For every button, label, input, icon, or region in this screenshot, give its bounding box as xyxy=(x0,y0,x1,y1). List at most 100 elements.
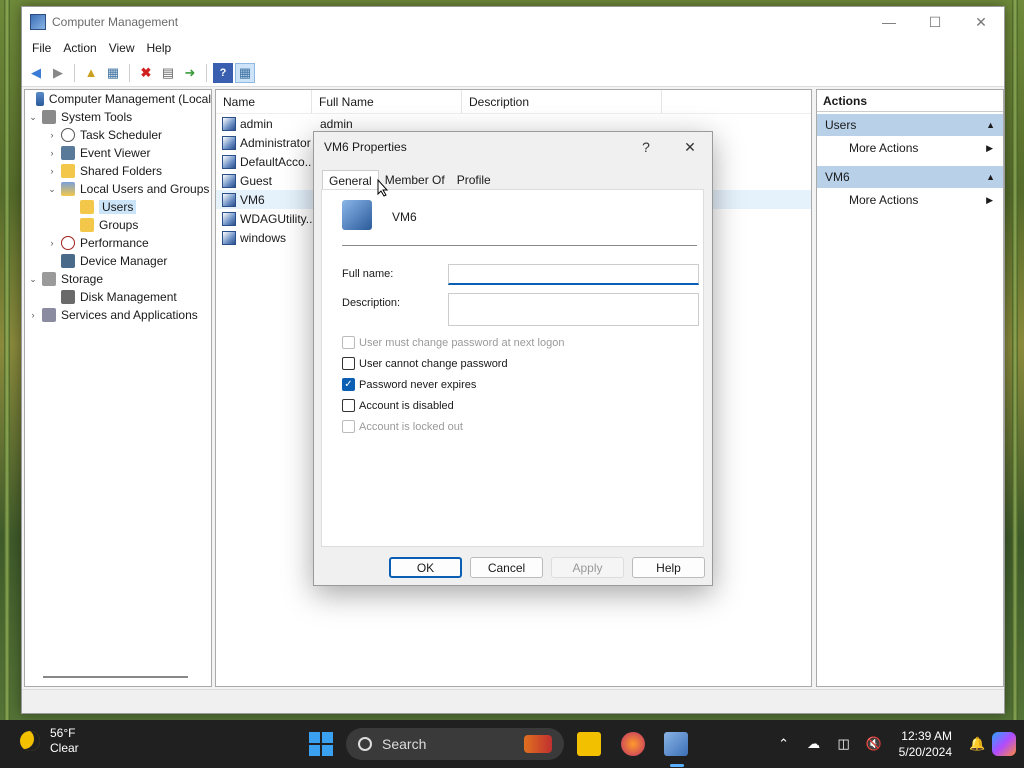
tree-item[interactable]: › Event Viewer xyxy=(25,144,211,162)
chevron-down-icon[interactable]: ⌄ xyxy=(46,184,58,195)
menu-view[interactable]: View xyxy=(103,41,141,55)
column-full-name[interactable]: Full Name xyxy=(312,90,462,113)
vm6-properties-dialog: VM6 Properties ? ✕ General Member Of Pro… xyxy=(313,131,713,586)
show-hide-tree-icon[interactable]: ▦ xyxy=(103,63,123,83)
up-folder-icon[interactable]: ▲ xyxy=(81,63,101,83)
chevron-right-icon[interactable]: › xyxy=(46,130,58,140)
tree-item[interactable]: ⌄ System Tools xyxy=(25,108,211,126)
onedrive-icon[interactable]: ☁ xyxy=(806,736,822,752)
forward-arrow-icon[interactable]: ▶ xyxy=(48,63,68,83)
taskbar-search[interactable]: Search xyxy=(346,728,564,760)
tree-item[interactable]: › Task Scheduler xyxy=(25,126,211,144)
tree-item[interactable]: ⌄ Local Users and Groups xyxy=(25,180,211,198)
tree-item-label: System Tools xyxy=(61,110,133,124)
chevron-down-icon[interactable]: ⌄ xyxy=(27,274,39,285)
firefox-icon[interactable] xyxy=(621,732,645,756)
properties-icon[interactable]: ▤ xyxy=(158,63,178,83)
user-name-cell: Administrator xyxy=(216,135,312,150)
checkbox-box xyxy=(342,336,355,349)
user-name-cell: admin xyxy=(216,116,312,131)
more-actions-vm6[interactable]: More Actions ▶ xyxy=(817,188,1003,212)
action-label: More Actions xyxy=(849,193,919,207)
computer-management-taskbar-icon[interactable] xyxy=(664,732,688,756)
clock[interactable]: 12:39 AM 5/20/2024 xyxy=(899,728,952,760)
toolbar-separator xyxy=(206,63,207,82)
description-field[interactable] xyxy=(448,293,699,326)
ok-button[interactable]: OK xyxy=(389,557,462,578)
notification-bell-icon[interactable]: 🔔 xyxy=(969,736,985,752)
folder-icon xyxy=(80,200,94,214)
folder-icon xyxy=(80,218,94,232)
tree-item[interactable]: › Services and Applications xyxy=(25,306,211,324)
temperature: 56°F xyxy=(50,726,76,740)
tree-item[interactable]: Disk Management xyxy=(25,288,211,306)
windows-start-icon[interactable] xyxy=(309,732,333,756)
actions-section-vm6[interactable]: VM6 ▲ xyxy=(817,166,1003,188)
event-viewer-icon xyxy=(61,146,75,160)
tree-item[interactable]: › Performance xyxy=(25,234,211,252)
weather-widget[interactable]: 56°F Clear xyxy=(20,726,79,756)
more-actions-users[interactable]: More Actions ▶ xyxy=(817,136,1003,160)
toolbar-separator xyxy=(74,63,75,82)
tree-item[interactable]: Users xyxy=(25,198,211,216)
tree-item[interactable]: › Shared Folders xyxy=(25,162,211,180)
list-header: Name Full Name Description xyxy=(216,90,811,114)
account-locked-out-checkbox: Account is locked out xyxy=(342,420,463,433)
delete-icon[interactable]: ✖ xyxy=(136,63,156,83)
account-disabled-checkbox[interactable]: Account is disabled xyxy=(342,399,454,412)
user-icon xyxy=(222,173,236,188)
chevron-up-icon[interactable]: ⌃ xyxy=(776,736,792,752)
password-never-expires-checkbox[interactable]: ✓ Password never expires xyxy=(342,378,476,391)
tree-item[interactable]: ⌄ Storage xyxy=(25,270,211,288)
console-tree: Computer Management (Local ⌄ System Tools ›… xyxy=(24,89,212,687)
cancel-button[interactable]: Cancel xyxy=(470,557,543,578)
user-name: Administrator xyxy=(240,135,311,150)
chevron-right-icon[interactable]: › xyxy=(27,310,39,320)
show-hide-action-pane-icon[interactable]: ▦ xyxy=(235,62,255,83)
menu-bar: File Action View Help xyxy=(22,37,1004,59)
chevron-right-icon[interactable]: › xyxy=(46,238,58,248)
menu-action[interactable]: Action xyxy=(57,41,102,55)
actions-section-users[interactable]: Users ▲ xyxy=(817,114,1003,136)
back-arrow-icon[interactable]: ◀ xyxy=(26,63,46,83)
tab-profile[interactable]: Profile xyxy=(451,170,497,191)
horizontal-scrollbar[interactable] xyxy=(43,676,188,678)
maximize-button[interactable]: ☐ xyxy=(912,7,958,37)
column-description[interactable]: Description xyxy=(462,90,662,113)
menu-help[interactable]: Help xyxy=(141,41,178,55)
dialog-close-button[interactable]: ✕ xyxy=(668,139,712,156)
checkbox-box xyxy=(342,399,355,412)
search-label: Search xyxy=(382,736,427,752)
tree-item[interactable]: Groups xyxy=(25,216,211,234)
services-icon xyxy=(42,308,56,322)
tree-item-label: Shared Folders xyxy=(80,164,163,178)
chevron-right-icon[interactable]: › xyxy=(46,148,58,158)
full-name-cell: admin xyxy=(320,116,353,131)
help-question-button[interactable]: ? xyxy=(624,139,668,155)
help-icon[interactable]: ? xyxy=(213,62,233,83)
chevron-down-icon[interactable]: ⌄ xyxy=(27,112,39,123)
display-icon[interactable]: ◫ xyxy=(836,736,852,752)
chevron-right-icon[interactable]: › xyxy=(46,166,58,176)
close-button[interactable]: ✕ xyxy=(958,7,1004,37)
menu-file[interactable]: File xyxy=(26,41,57,55)
tab-general[interactable]: General xyxy=(322,170,379,191)
search-highlight-icon xyxy=(524,735,552,753)
file-explorer-icon[interactable] xyxy=(577,732,601,756)
tree-item[interactable]: Computer Management (Local xyxy=(25,90,211,108)
user-name: DefaultAcco... xyxy=(240,154,312,169)
help-button[interactable]: Help xyxy=(632,557,705,578)
export-list-icon[interactable]: ➜ xyxy=(180,63,200,83)
apply-button[interactable]: Apply xyxy=(551,557,624,578)
dialog-title-bar: VM6 Properties ? ✕ xyxy=(314,132,712,162)
volume-muted-icon[interactable]: 🔇 xyxy=(866,736,882,752)
cannot-change-password-checkbox[interactable]: User cannot change password xyxy=(342,357,508,370)
collapse-arrow-icon: ▲ xyxy=(986,120,995,130)
minimize-button[interactable]: — xyxy=(866,7,912,37)
tab-member-of[interactable]: Member Of xyxy=(379,170,451,191)
user-name: windows xyxy=(240,230,287,245)
tree-item[interactable]: Device Manager xyxy=(25,252,211,270)
copilot-icon[interactable] xyxy=(992,732,1016,756)
full-name-field[interactable] xyxy=(448,264,699,285)
column-name[interactable]: Name xyxy=(216,90,312,113)
